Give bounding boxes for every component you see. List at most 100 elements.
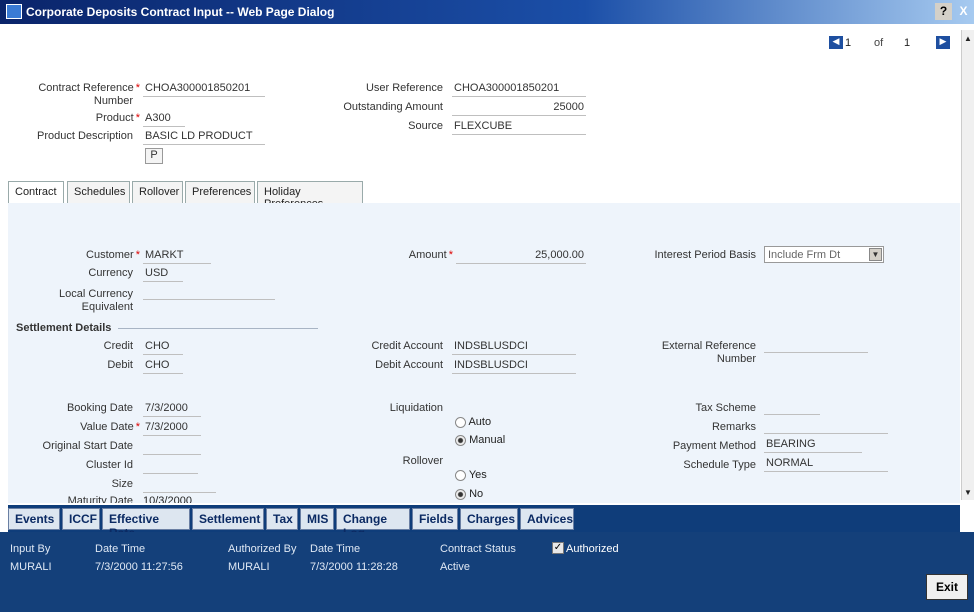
maturity-date-label: Maturity Date [67, 495, 133, 503]
value-date-label: Value Date * [80, 421, 140, 433]
contract-ref-label: Contract Reference * [38, 82, 140, 94]
debit-account-field[interactable]: INDSBLUSDCI [452, 359, 576, 374]
size-field[interactable] [143, 478, 216, 493]
tab-charges[interactable]: Charges [460, 508, 518, 530]
section-divider [118, 328, 318, 329]
close-button[interactable]: X [955, 3, 972, 20]
maturity-date-field[interactable]: 10/3/2000 [143, 495, 192, 503]
product-field[interactable]: A300 [143, 112, 185, 127]
contract-ref-field[interactable]: CHOA300001850201 [143, 82, 265, 97]
scroll-up-icon[interactable]: ▲ [964, 34, 972, 43]
source-field: FLEXCUBE [452, 120, 586, 135]
user-ref-field[interactable]: CHOA300001850201 [452, 82, 586, 97]
rollover-yes-option[interactable]: Yes [455, 469, 487, 481]
pager-current: 1 [845, 37, 852, 49]
size-label: Size [111, 478, 133, 490]
tab-settlement[interactable]: Settlement [192, 508, 264, 530]
original-start-date-field[interactable] [143, 440, 201, 455]
amount-field[interactable]: 25,000.00 [456, 249, 586, 264]
contract-status-label: Contract Status [440, 543, 516, 555]
debit-field[interactable]: CHO [143, 359, 183, 374]
prev-record-button[interactable]: ◀ [829, 36, 843, 49]
liquidation-auto-option[interactable]: Auto [455, 416, 491, 428]
scroll-down-icon[interactable]: ▼ [964, 488, 972, 497]
authorized-by-value: MURALI [228, 561, 270, 573]
credit-account-label: Credit Account [371, 340, 443, 352]
tab-rollover[interactable]: Rollover [132, 181, 183, 205]
product-p-button[interactable]: P [145, 148, 163, 164]
payment-method-label: Payment Method [672, 440, 756, 452]
credit-label: Credit [103, 340, 133, 352]
title-bar: Corporate Deposits Contract Input -- Web… [0, 0, 974, 24]
authorized-by-label: Authorized By [228, 543, 297, 555]
settlement-section-title: Settlement Details [16, 322, 112, 334]
exit-button[interactable]: Exit [926, 574, 968, 600]
window-title: Corporate Deposits Contract Input -- Web… [26, 5, 335, 19]
tab-mis[interactable]: MIS [300, 508, 334, 530]
tab-preferences[interactable]: Preferences [185, 181, 255, 205]
vertical-scrollbar[interactable]: ▲ ▼ [961, 30, 974, 500]
local-ccy-label-2: Equivalent [81, 301, 133, 313]
help-button[interactable]: ? [935, 3, 952, 20]
maturity-row-clipped: Maturity Date 10/3/2000 [20, 495, 220, 503]
outstanding-label: Outstanding Amount [343, 101, 443, 113]
tab-change-log[interactable]: Change Log [336, 508, 410, 540]
tab-contract[interactable]: Contract [8, 181, 64, 205]
original-start-date-label: Original Start Date [42, 440, 133, 452]
ext-ref-field[interactable] [764, 338, 868, 353]
auto-label: Auto [468, 416, 492, 428]
tab-holiday-preferences[interactable]: Holiday Preferences [257, 181, 363, 210]
radio-auto[interactable] [455, 416, 466, 428]
amount-label: Amount * [408, 249, 453, 261]
app-icon [6, 4, 22, 19]
payment-method-field[interactable]: BEARING [764, 438, 862, 453]
remarks-field[interactable] [764, 419, 888, 434]
product-desc-field: BASIC LD PRODUCT [143, 130, 265, 145]
tab-tax[interactable]: Tax [266, 508, 298, 530]
tab-advices[interactable]: Advices [520, 508, 574, 530]
local-ccy-field [143, 285, 275, 300]
cluster-id-field[interactable] [143, 459, 198, 474]
credit-account-field[interactable]: INDSBLUSDCI [452, 340, 576, 355]
radio-no[interactable] [455, 488, 466, 500]
remarks-label: Remarks [711, 421, 756, 433]
bottom-tab-bar: Events ICCF Effective Rate Settlement Ta… [8, 505, 960, 540]
tab-iccf[interactable]: ICCF [62, 508, 100, 530]
tax-scheme-field[interactable] [764, 400, 820, 415]
date-time-label-1: Date Time [95, 543, 146, 555]
radio-manual[interactable] [455, 434, 466, 446]
audit-footer: Input By MURALI Date Time 7/3/2000 11:27… [0, 532, 974, 612]
contract-status-value: Active [440, 561, 470, 573]
tab-effective-rate[interactable]: Effective Rate [102, 508, 190, 540]
customer-field[interactable]: MARKT [143, 249, 211, 264]
tab-events[interactable]: Events [8, 508, 60, 530]
user-ref-label: User Reference [365, 82, 443, 94]
pager-total: 1 [904, 37, 911, 49]
date-time-value-2: 7/3/2000 11:28:28 [310, 561, 398, 573]
value-date-field[interactable]: 7/3/2000 [143, 421, 201, 436]
schedule-type-field[interactable]: NORMAL [764, 457, 888, 472]
customer-label: Customer * [86, 249, 140, 261]
currency-field[interactable]: USD [143, 267, 183, 282]
contract-ref-label-2: Number [93, 95, 133, 107]
booking-date-field[interactable]: 7/3/2000 [143, 402, 201, 417]
tab-fields[interactable]: Fields [412, 508, 458, 530]
tab-schedules[interactable]: Schedules [67, 181, 130, 205]
authorized-checkbox[interactable]: ✓ [552, 542, 564, 554]
credit-field[interactable]: CHO [143, 340, 183, 355]
liquidation-manual-option[interactable]: Manual [455, 434, 505, 446]
rollover-label: Rollover [402, 455, 443, 467]
date-time-label-2: Date Time [310, 543, 361, 555]
local-ccy-label: Local Currency [59, 288, 133, 300]
next-record-button[interactable]: ▶ [936, 36, 950, 49]
interest-basis-value: Include Frm Dt [768, 249, 841, 261]
interest-basis-select[interactable]: Include Frm Dt ▼ [764, 246, 884, 263]
yes-label: Yes [468, 469, 487, 481]
rollover-no-option[interactable]: No [455, 488, 483, 500]
schedule-type-label: Schedule Type [683, 459, 756, 471]
chevron-down-icon: ▼ [869, 248, 882, 261]
liquidation-label: Liquidation [389, 402, 443, 414]
pager-of: of [874, 37, 884, 49]
date-time-value-1: 7/3/2000 11:27:56 [95, 561, 183, 573]
radio-yes[interactable] [455, 469, 466, 481]
